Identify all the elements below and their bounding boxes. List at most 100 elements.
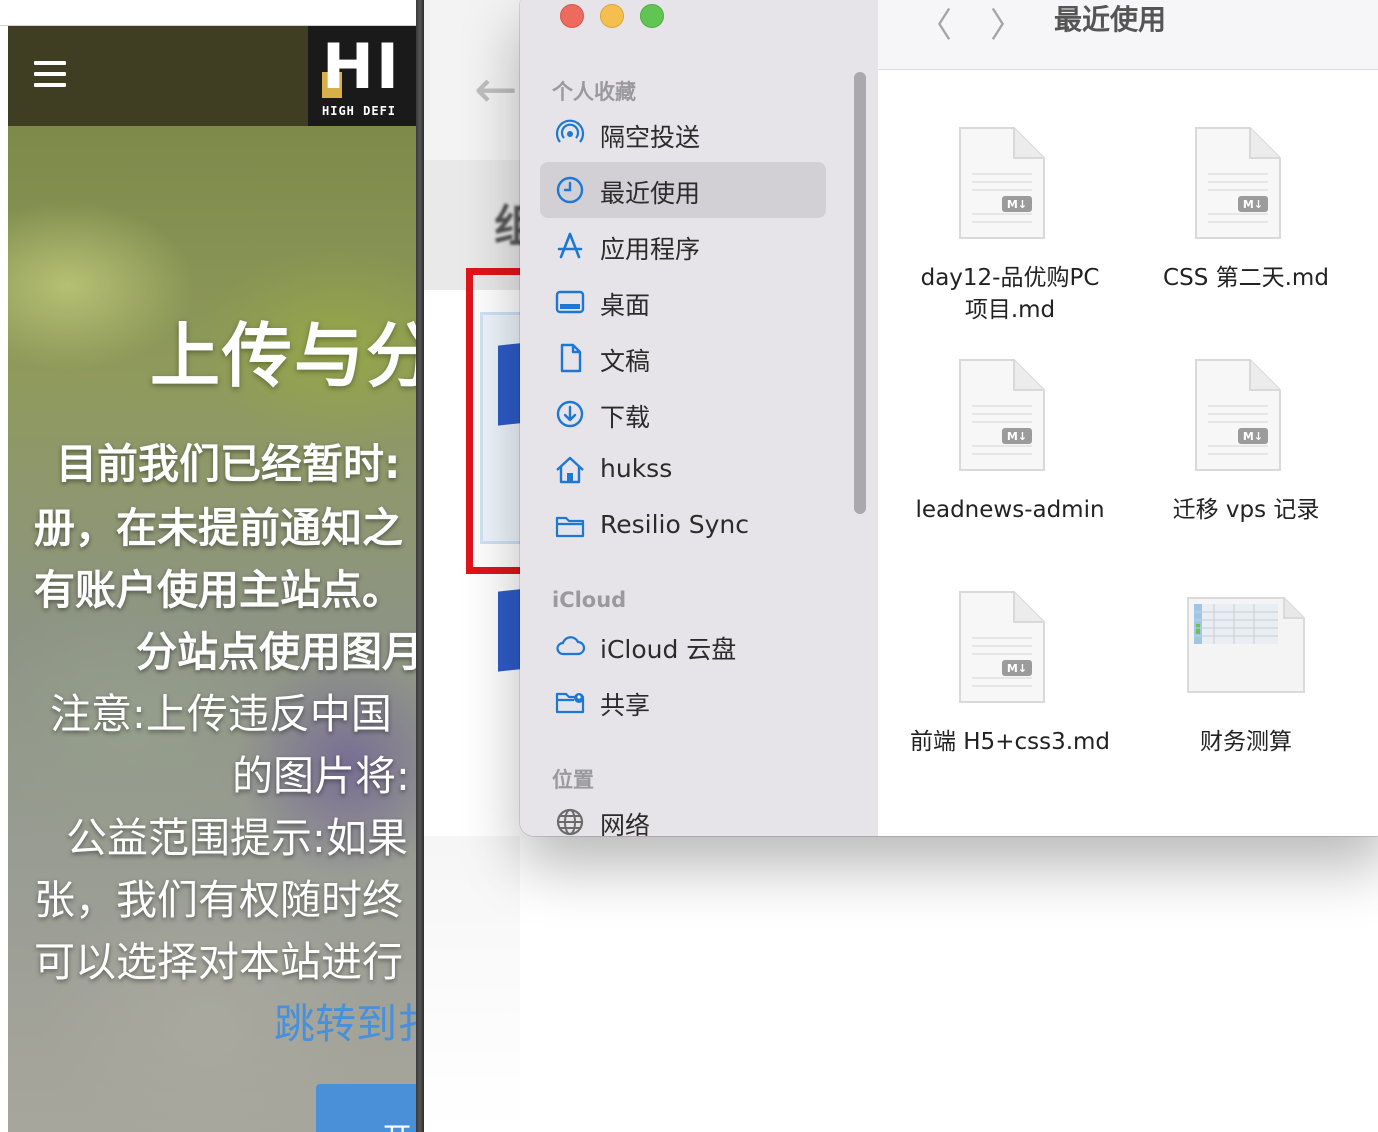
sidebar-item-label: 文稿 (600, 347, 651, 376)
finder-toolbar: 〈 〉 最近使用 (878, 0, 1378, 70)
sidebar-item-home[interactable]: hukss (540, 442, 826, 498)
browser-top-strip (0, 0, 416, 26)
sidebar-item-label: iCloud 云盘 (600, 635, 737, 664)
file-name: day12-品优购PC 项目.md (892, 262, 1128, 326)
sidebar-item-label: Resilio Sync (600, 510, 749, 539)
background-title-text: 组 (494, 201, 520, 252)
background-lower-area (424, 836, 520, 1132)
sidebar-item-network[interactable]: 网络 (540, 794, 826, 836)
hero-title: 上传与分 (150, 315, 416, 397)
svg-text:M↓: M↓ (1007, 430, 1027, 443)
file-name: 财务测算 (1128, 726, 1364, 758)
upload-button[interactable]: 开 (316, 1084, 416, 1132)
svg-text:M↓: M↓ (1007, 198, 1027, 211)
file-name-line: CSS 第二天.md (1163, 265, 1329, 291)
back-arrow-icon[interactable]: ← (474, 60, 518, 120)
notice-line: 可以选择对本站进行 (34, 938, 403, 986)
logo-subtext: HIGH DEFI (322, 104, 397, 118)
file-name-line: leadnews-admin (915, 497, 1105, 523)
zoom-window-button[interactable] (640, 4, 664, 28)
notice-line: 分站点使用图月 (136, 628, 416, 676)
file-item[interactable]: M↓ leadnews-admin (892, 356, 1128, 576)
logo-text: HI (322, 30, 401, 103)
svg-text:M↓: M↓ (1243, 430, 1263, 443)
sidebar-item-shared[interactable]: 共享 (540, 674, 826, 730)
file-item[interactable]: M↓ 迁移 vps 记录 (1128, 356, 1364, 576)
sidebar-item-recents[interactable]: 最近使用 (540, 162, 826, 218)
site-header: HI HIGH DEFI (8, 26, 416, 126)
cloud-icon (556, 636, 586, 656)
image-thumbnail[interactable] (498, 588, 520, 672)
download-icon (556, 400, 584, 428)
spreadsheet-file-icon (1187, 597, 1305, 693)
finder-window: 个人收藏 隔空投送 最近使用 应用程序 桌面 文稿 下载 hukss Resil… (520, 0, 1378, 836)
sidebar-item-label: 共享 (600, 691, 651, 720)
sidebar-item-label: 隔空投送 (600, 123, 701, 152)
forward-button[interactable]: 〉 (990, 0, 1026, 46)
svg-text:M↓: M↓ (1243, 198, 1263, 211)
shared-folder-icon (555, 692, 585, 714)
file-name-line: 迁移 vps 记录 (1172, 497, 1320, 523)
file-name-line: day12-品优购PC (920, 265, 1100, 291)
notice-line: 册，在未提前通知之 (34, 504, 403, 552)
home-icon (556, 456, 584, 484)
file-name-line: 财务测算 (1200, 729, 1292, 755)
minimize-window-button[interactable] (600, 4, 624, 28)
markdown-file-icon: M↓ (959, 127, 1045, 239)
window-divider (416, 0, 424, 1132)
locations-section-header: 位置 (552, 768, 594, 792)
file-item[interactable]: M↓ 前端 H5+css3.md (892, 588, 1128, 808)
network-globe-icon (556, 808, 584, 836)
website-page: HI HIGH DEFI 上传与分 目前我们已经暂时: 册，在未提前通知之 有账… (0, 0, 416, 1132)
file-item[interactable]: 财务测算 (1128, 588, 1364, 808)
sidebar-item-label: 网络 (600, 811, 651, 836)
file-name: 前端 H5+css3.md (892, 726, 1128, 758)
hamburger-menu-icon[interactable] (34, 61, 68, 91)
notice-line: 目前我们已经暂时: (56, 440, 401, 488)
sidebar-item-label: 最近使用 (600, 179, 701, 208)
icloud-section-header: iCloud (552, 588, 627, 612)
finder-content: 〈 〉 最近使用 M↓ day12-品优购PC 项目.md M↓ CSS 第二天… (878, 0, 1378, 836)
sidebar-item-desktop[interactable]: 桌面 (540, 274, 826, 330)
close-window-button[interactable] (560, 4, 584, 28)
folder-icon (555, 516, 585, 538)
notice-line: 有账户使用主站点。 (34, 566, 403, 614)
sidebar-scrollbar[interactable] (854, 72, 866, 514)
sidebar-item-label: 桌面 (600, 291, 651, 320)
window-title: 最近使用 (1054, 3, 1167, 36)
notice-line: 张，我们有权随时终 (34, 876, 403, 924)
file-item[interactable]: M↓ day12-品优购PC 项目.md (892, 124, 1128, 344)
svg-text:M↓: M↓ (1007, 662, 1027, 675)
upload-button-label: 开 (382, 1114, 412, 1132)
markdown-file-icon: M↓ (1195, 127, 1281, 239)
sidebar-item-label: 下载 (600, 403, 651, 432)
file-name: CSS 第二天.md (1128, 262, 1364, 294)
browser-edge (0, 26, 8, 1132)
red-annotation-box (466, 268, 520, 574)
redirect-link[interactable]: 跳转到扌 (274, 990, 416, 1050)
sidebar-item-label: hukss (600, 454, 673, 483)
document-icon (560, 343, 582, 373)
sidebar-item-downloads[interactable]: 下载 (540, 386, 826, 442)
back-button[interactable]: 〈 (918, 0, 954, 46)
applications-icon (557, 232, 583, 259)
background-app-window: ← 组 (424, 0, 520, 1132)
favorites-section-header: 个人收藏 (552, 80, 636, 104)
site-logo[interactable]: HI HIGH DEFI (308, 26, 416, 126)
sidebar-item-documents[interactable]: 文稿 (540, 330, 826, 386)
sidebar-item-airdrop[interactable]: 隔空投送 (540, 106, 826, 162)
sidebar-item-resilio-sync[interactable]: Resilio Sync (540, 498, 826, 554)
file-name: leadnews-admin (892, 494, 1128, 526)
finder-sidebar: 个人收藏 隔空投送 最近使用 应用程序 桌面 文稿 下载 hukss Resil… (520, 0, 878, 836)
file-name-line: 项目.md (964, 297, 1056, 323)
sidebar-item-applications[interactable]: 应用程序 (540, 218, 826, 274)
sidebar-item-icloud-drive[interactable]: iCloud 云盘 (540, 618, 826, 674)
notice-line: 注意:上传违反中国 (50, 690, 392, 738)
file-item[interactable]: M↓ CSS 第二天.md (1128, 124, 1364, 344)
airdrop-icon (555, 119, 585, 143)
markdown-file-icon: M↓ (1195, 359, 1281, 471)
clock-icon (556, 176, 584, 204)
file-name: 迁移 vps 记录 (1128, 494, 1364, 526)
notice-line: 的图片将: (232, 752, 410, 800)
sidebar-item-label: 应用程序 (600, 235, 701, 264)
